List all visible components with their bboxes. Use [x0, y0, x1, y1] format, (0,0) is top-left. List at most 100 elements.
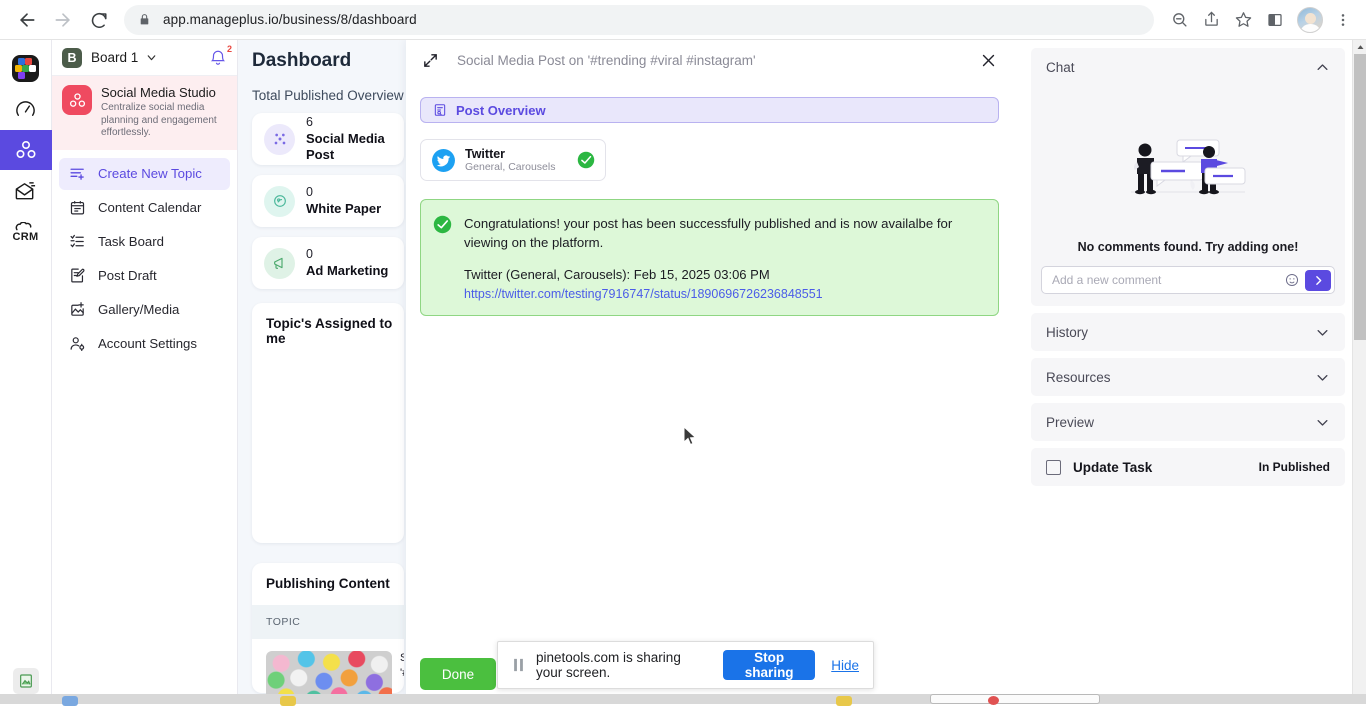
- vertical-scrollbar[interactable]: [1352, 40, 1366, 704]
- chat-panel: Chat: [1013, 40, 1353, 704]
- unchecked-checkbox[interactable]: [1046, 460, 1061, 475]
- chevron-up-icon[interactable]: [1315, 60, 1330, 75]
- expand-arrows-icon[interactable]: [422, 52, 439, 69]
- sidebar-item-account-settings[interactable]: Account Settings: [59, 328, 230, 360]
- back-arrow-icon[interactable]: [10, 3, 44, 37]
- send-arrow-icon[interactable]: [1305, 270, 1331, 291]
- taskbar-active-window[interactable]: [930, 694, 1100, 704]
- reload-icon[interactable]: [82, 3, 116, 37]
- zoom-out-icon[interactable]: [1164, 5, 1194, 35]
- channel-card-twitter[interactable]: Twitter General, Carousels: [420, 139, 606, 181]
- stat-card-ad-marketing[interactable]: 0 Ad Marketing: [252, 237, 404, 289]
- social-studio-icon[interactable]: [0, 130, 52, 170]
- post-overview-icon: [433, 103, 447, 117]
- stat-count: 0: [306, 185, 381, 199]
- board-selector[interactable]: B Board 1 2: [52, 40, 237, 76]
- image-file-icon[interactable]: [13, 668, 39, 694]
- pause-icon: [512, 658, 525, 672]
- stat-card-white-paper[interactable]: 0 White Paper: [252, 175, 404, 227]
- chevron-down-icon[interactable]: [1315, 370, 1330, 385]
- resources-label: Resources: [1046, 370, 1111, 385]
- nav-sidebar: B Board 1 2 Social Media Studio Centrali…: [52, 40, 238, 704]
- sidebar-item-label: Account Settings: [98, 336, 197, 351]
- preview-accordion[interactable]: Preview: [1031, 403, 1345, 441]
- browser-actions: [1164, 5, 1360, 35]
- promo-banner: Social Media Studio Centralize social me…: [52, 76, 237, 150]
- publishing-row-line1: Soc: [400, 651, 404, 666]
- done-button[interactable]: Done: [420, 658, 496, 690]
- share-nodes-icon: [264, 124, 295, 155]
- comment-input-wrapper[interactable]: Add a new comment: [1041, 266, 1335, 294]
- sidebar-item-task-board[interactable]: Task Board: [59, 226, 230, 258]
- scroll-up-arrow-icon[interactable]: [1353, 40, 1366, 54]
- gallery-add-icon: [67, 301, 87, 318]
- three-dot-menu-icon[interactable]: [1330, 5, 1356, 35]
- stat-card-social-media-post[interactable]: 6 Social Media Post: [252, 113, 404, 165]
- stat-label: White Paper: [306, 201, 381, 217]
- task-list-icon: [67, 233, 87, 250]
- share-icon[interactable]: [1196, 5, 1226, 35]
- status-badge: In Published: [1259, 460, 1330, 474]
- comment-input-placeholder: Add a new comment: [1052, 273, 1285, 287]
- profile-avatar[interactable]: [1297, 7, 1323, 33]
- emoji-smiley-icon[interactable]: [1285, 273, 1299, 287]
- update-task-row[interactable]: Update Task In Published: [1031, 448, 1345, 486]
- sidebar-item-content-calendar[interactable]: Content Calendar: [59, 192, 230, 224]
- sidebar-item-label: Create New Topic: [98, 166, 202, 181]
- email-campaign-icon[interactable]: [0, 171, 52, 211]
- chevron-down-icon[interactable]: [1315, 415, 1330, 430]
- chat-body: No comments found. Try adding one! Add a…: [1031, 86, 1345, 306]
- history-label: History: [1046, 325, 1088, 340]
- sidebar-item-label: Content Calendar: [98, 200, 201, 215]
- channel-name: Twitter: [465, 147, 555, 161]
- modal-title: Social Media Post on '#trending #viral #…: [457, 53, 756, 68]
- preview-label: Preview: [1046, 415, 1094, 430]
- tab-label: Post Overview: [456, 103, 546, 118]
- side-panel-icon[interactable]: [1260, 5, 1290, 35]
- chat-accordion: Chat: [1031, 48, 1345, 306]
- sidebar-item-label: Task Board: [98, 234, 164, 249]
- taskbar-item[interactable]: [836, 696, 852, 706]
- speedometer-icon[interactable]: [0, 89, 52, 129]
- browser-toolbar: app.manageplus.io/business/8/dashboard: [0, 0, 1366, 40]
- chevron-down-icon[interactable]: [145, 51, 158, 64]
- chat-accordion-header[interactable]: Chat: [1031, 48, 1345, 86]
- notification-bell-icon[interactable]: 2: [209, 49, 227, 67]
- draft-edit-icon: [67, 267, 87, 284]
- overview-subtitle: Total Published Overview: [252, 88, 406, 103]
- sidebar-item-label: Post Draft: [98, 268, 157, 283]
- promo-subtitle: Centralize social media planning and eng…: [101, 102, 227, 140]
- chevron-down-icon[interactable]: [1315, 325, 1330, 340]
- dashboard-column: Dashboard Total Published Overview 6 Soc…: [238, 40, 406, 704]
- hide-link[interactable]: Hide: [831, 658, 859, 673]
- taskbar-item[interactable]: [280, 696, 296, 706]
- history-accordion[interactable]: History: [1031, 313, 1345, 351]
- board-avatar: B: [62, 48, 82, 68]
- sidebar-nav-list: Create New Topic Content Calendar Task B…: [52, 150, 237, 360]
- resources-accordion[interactable]: Resources: [1031, 358, 1345, 396]
- close-x-icon[interactable]: [980, 52, 997, 69]
- sidebar-item-label: Gallery/Media: [98, 302, 179, 317]
- stop-sharing-button[interactable]: Stop sharing: [723, 650, 815, 680]
- sidebar-item-post-draft[interactable]: Post Draft: [59, 260, 230, 292]
- chat-empty-message: No comments found. Try adding one!: [1041, 240, 1335, 254]
- address-bar[interactable]: app.manageplus.io/business/8/dashboard: [124, 5, 1154, 35]
- page-title: Dashboard: [252, 50, 406, 72]
- create-topic-icon: [67, 165, 87, 182]
- crm-icon[interactable]: CRM: [0, 212, 52, 252]
- assigned-topics-title: Topic's Assigned to me: [266, 316, 404, 346]
- tab-post-overview[interactable]: Post Overview: [420, 97, 999, 123]
- promo-title: Social Media Studio: [101, 85, 227, 100]
- taskbar-item[interactable]: [62, 696, 78, 706]
- star-icon[interactable]: [1228, 5, 1258, 35]
- success-meta: Twitter (General, Carousels): Feb 15, 20…: [464, 266, 984, 284]
- apps-logo[interactable]: [0, 48, 52, 88]
- published-post-link[interactable]: https://twitter.com/testing7916747/statu…: [464, 287, 984, 301]
- forward-arrow-icon[interactable]: [46, 3, 80, 37]
- scrollbar-thumb[interactable]: [1354, 54, 1366, 340]
- column-header-topic: TOPIC: [266, 616, 300, 628]
- sidebar-item-create-new-topic[interactable]: Create New Topic: [59, 158, 230, 190]
- success-message: Congratulations! your post has been succ…: [464, 214, 984, 252]
- sidebar-item-gallery-media[interactable]: Gallery/Media: [59, 294, 230, 326]
- stat-label: Social Media Post: [306, 131, 392, 163]
